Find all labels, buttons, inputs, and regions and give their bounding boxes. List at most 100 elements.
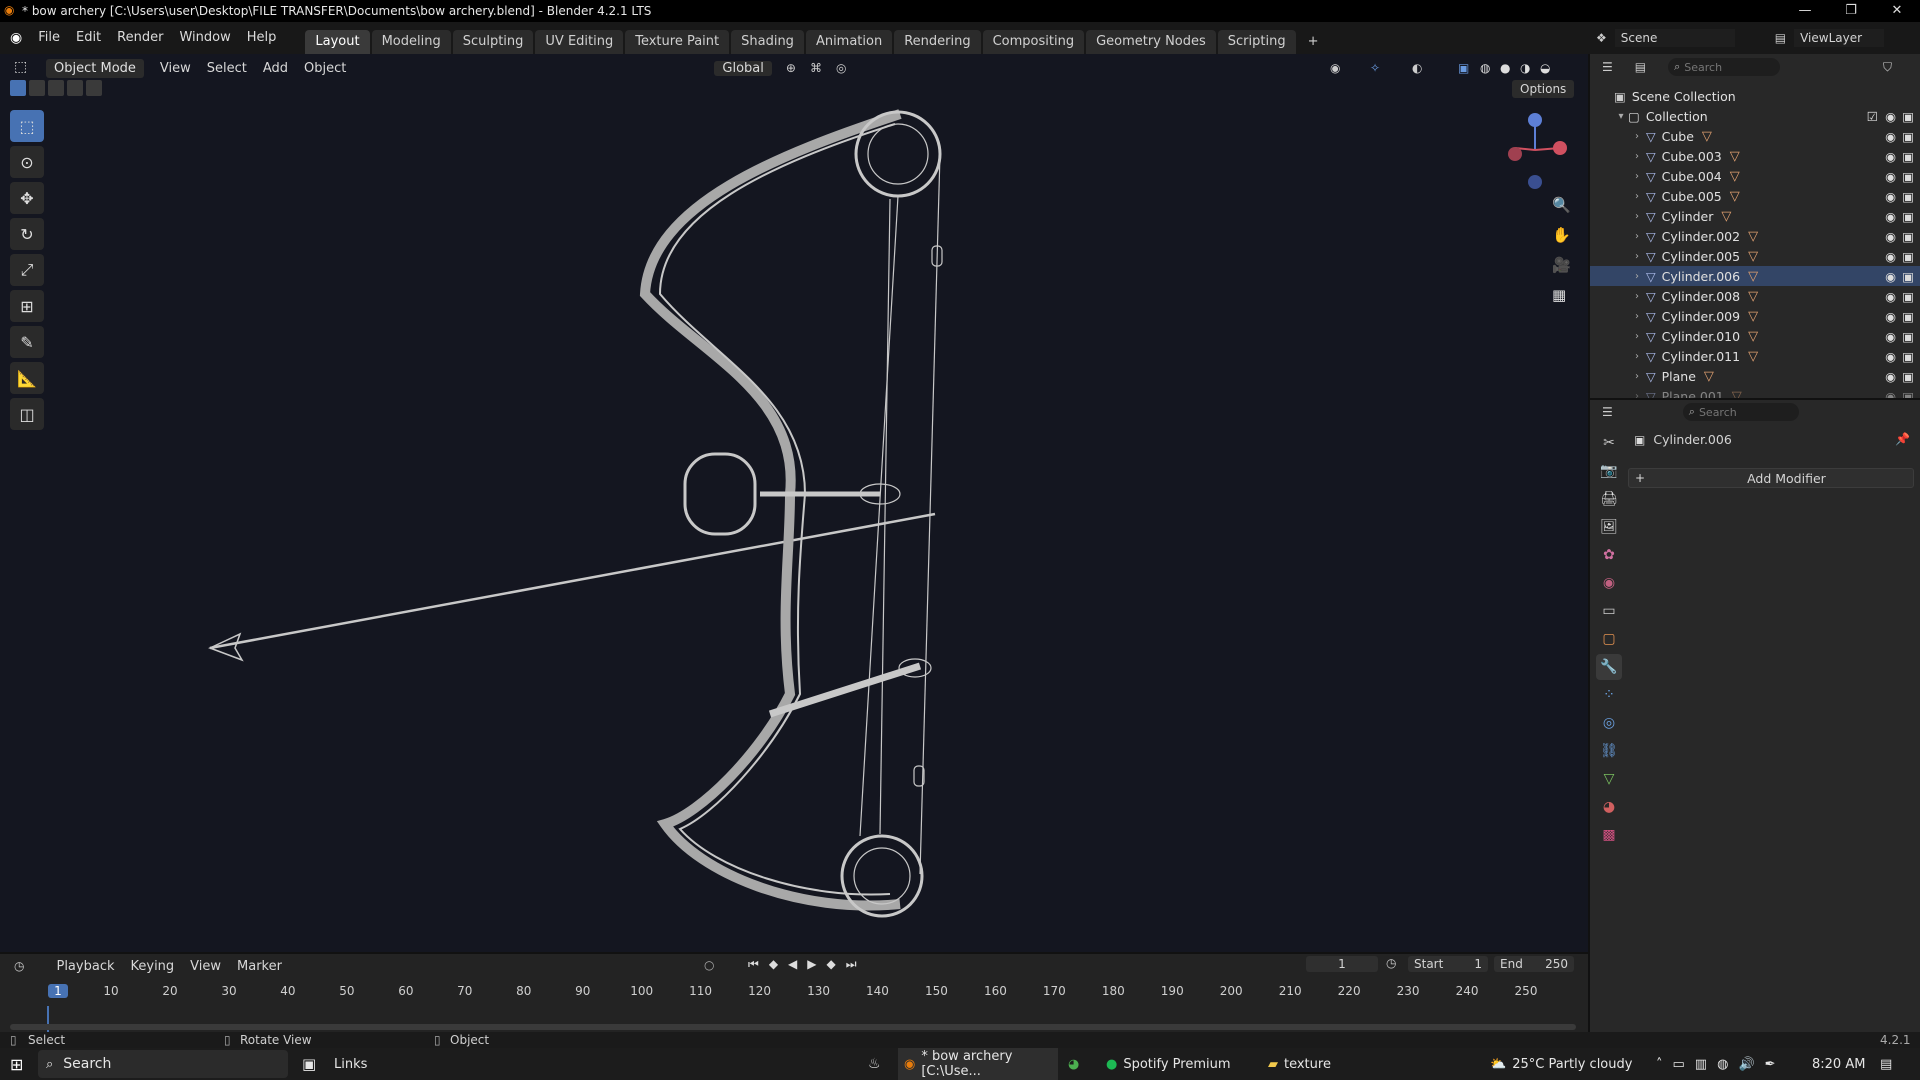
wireframe-shading-icon[interactable]: ◍ xyxy=(1480,61,1490,75)
eye-icon[interactable]: ◉ xyxy=(1885,269,1896,284)
rendered-shading-icon[interactable]: ◒ xyxy=(1540,61,1550,75)
bow-wireframe-model[interactable] xyxy=(0,54,1588,952)
menu-file[interactable]: File xyxy=(30,22,68,54)
camera-icon[interactable]: ▣ xyxy=(1902,149,1914,164)
camera-view-icon[interactable]: 🎥 xyxy=(1552,256,1571,274)
add-workspace-button[interactable]: + xyxy=(1298,30,1329,54)
chevron-right-icon[interactable]: › xyxy=(1630,211,1644,222)
prev-keyframe-icon[interactable]: ◆ xyxy=(769,957,778,972)
play-icon[interactable]: ▶ xyxy=(807,957,816,972)
weather-widget[interactable]: ⛅ 25°C Partly cloudy xyxy=(1490,1048,1632,1080)
eye-icon[interactable]: ◉ xyxy=(1885,249,1896,264)
scene-selector[interactable]: Scene xyxy=(1614,29,1735,47)
outliner-item[interactable]: › ▽ Cylinder.008 ▽ ◉ ▣ xyxy=(1590,286,1920,306)
rotate-tool[interactable]: ↻ xyxy=(10,218,44,250)
texture-tab-icon[interactable]: ▩ xyxy=(1596,822,1622,848)
overlay-icon[interactable]: ◐ xyxy=(1412,61,1422,75)
taskbar-search[interactable]: ⌕ Search xyxy=(38,1050,288,1078)
modifier-tab-icon[interactable]: 🔧 xyxy=(1596,654,1622,680)
menu-edit[interactable]: Edit xyxy=(68,22,109,54)
globe-icon[interactable]: ◍ xyxy=(1717,1057,1728,1072)
outliner-item[interactable]: › ▽ Cylinder.009 ▽ ◉ ▣ xyxy=(1590,306,1920,326)
eye-icon[interactable]: ◉ xyxy=(1885,349,1896,364)
end-frame-field[interactable]: End 250 xyxy=(1494,956,1574,972)
outliner-item[interactable]: › ▽ Cylinder.010 ▽ ◉ ▣ xyxy=(1590,326,1920,346)
chrome-icon[interactable]: ◕ xyxy=(1068,1048,1079,1080)
keyframe-record-icon[interactable]: ○ xyxy=(704,958,714,972)
properties-editor-icon[interactable]: ☰ xyxy=(1602,405,1613,419)
mesh-data-icon[interactable]: ▽ xyxy=(1748,329,1758,344)
menu-marker[interactable]: Marker xyxy=(229,959,290,974)
current-frame-field[interactable]: 1 xyxy=(1306,956,1378,972)
mode-dropdown[interactable]: Object Mode xyxy=(46,58,144,78)
play-reverse-icon[interactable]: ◀ xyxy=(788,957,797,972)
select-subtract-icon[interactable] xyxy=(48,80,64,96)
tab-texture-paint[interactable]: Texture Paint xyxy=(625,30,730,54)
editor-type-icon[interactable]: ⬚ xyxy=(14,59,27,75)
collection-row[interactable]: ▾ ▢ Collection ☑ ◉ ▣ xyxy=(1590,106,1920,126)
chevron-right-icon[interactable]: › xyxy=(1630,271,1644,282)
mesh-data-icon[interactable]: ▽ xyxy=(1721,209,1731,224)
select-intersect-icon[interactable] xyxy=(86,80,102,96)
camera-icon[interactable]: ▣ xyxy=(1902,129,1914,144)
chevron-right-icon[interactable]: › xyxy=(1630,311,1644,322)
windows-start-icon[interactable]: ⊞ xyxy=(10,1048,23,1080)
task-view-icon[interactable]: ▣ xyxy=(302,1048,316,1080)
xray-icon[interactable]: ▣ xyxy=(1458,61,1469,75)
taskbar-texture-folder[interactable]: ▰ texture xyxy=(1262,1048,1412,1080)
links-toolbar[interactable]: Links xyxy=(334,1048,367,1080)
camera-icon[interactable]: ▣ xyxy=(1902,109,1914,124)
camera-icon[interactable]: ▣ xyxy=(1902,369,1914,384)
view-layer-tab-icon[interactable]: 🖼 xyxy=(1596,514,1622,540)
outliner-search-input[interactable] xyxy=(1684,60,1771,74)
world-tab-icon[interactable]: ◉ xyxy=(1596,570,1622,596)
select-box-tool[interactable]: ⬚ xyxy=(10,110,44,142)
eye-icon[interactable]: ◉ xyxy=(1885,229,1896,244)
menu-help[interactable]: Help xyxy=(239,22,285,54)
checkbox-icon[interactable]: ☑ xyxy=(1867,109,1878,124)
maximize-button[interactable]: ❐ xyxy=(1828,0,1874,22)
menu-add[interactable]: Add xyxy=(255,61,296,76)
physics-tab-icon[interactable]: ◎ xyxy=(1596,710,1622,736)
outliner-item[interactable]: › ▽ Cylinder ▽ ◉ ▣ xyxy=(1590,206,1920,226)
mesh-data-icon[interactable]: ▽ xyxy=(1748,229,1758,244)
chevron-right-icon[interactable]: › xyxy=(1630,191,1644,202)
solid-shading-icon[interactable]: ● xyxy=(1500,61,1510,75)
zoom-icon[interactable]: 🔍 xyxy=(1552,196,1571,214)
navigation-gizmo[interactable] xyxy=(1500,110,1570,190)
eye-icon[interactable]: ◉ xyxy=(1885,169,1896,184)
collection-tab-icon[interactable]: ▭ xyxy=(1596,598,1622,624)
menu-render[interactable]: Render xyxy=(109,22,171,54)
pen-icon[interactable]: ✒ xyxy=(1765,1057,1776,1072)
pan-hand-icon[interactable]: ✋ xyxy=(1552,226,1571,244)
pin-icon[interactable]: 📌 xyxy=(1895,432,1910,446)
menu-playback[interactable]: Playback xyxy=(48,959,122,974)
timeline-scrollbar[interactable] xyxy=(10,1024,1576,1030)
scale-tool[interactable]: ⤢ xyxy=(10,254,44,286)
mesh-data-icon[interactable]: ▽ xyxy=(1748,309,1758,324)
blender-menu-icon[interactable]: ◉ xyxy=(10,30,22,46)
tab-geometry-nodes[interactable]: Geometry Nodes xyxy=(1086,30,1216,54)
data-tab-icon[interactable]: ▽ xyxy=(1596,766,1622,792)
cursor-tool[interactable]: ⊙ xyxy=(10,146,44,178)
outliner-item[interactable]: › ▽ Cube.005 ▽ ◉ ▣ xyxy=(1590,186,1920,206)
scene-tab-icon[interactable]: ✿ xyxy=(1596,542,1622,568)
object-tab-icon[interactable]: ▢ xyxy=(1596,626,1622,652)
chevron-right-icon[interactable]: › xyxy=(1630,151,1644,162)
transform-orientation-dropdown[interactable]: Global xyxy=(714,60,772,76)
timeline-editor-icon[interactable]: ◷ xyxy=(14,959,24,973)
eye-icon[interactable]: ◉ xyxy=(1885,189,1896,204)
menu-window[interactable]: Window xyxy=(171,22,238,54)
mesh-data-icon[interactable]: ▽ xyxy=(1730,169,1740,184)
outliner-item[interactable]: › ▽ Cube.003 ▽ ◉ ▣ xyxy=(1590,146,1920,166)
camera-icon[interactable]: ▣ xyxy=(1902,189,1914,204)
camera-icon[interactable]: ▣ xyxy=(1902,349,1914,364)
volume-icon[interactable]: 🔊 xyxy=(1738,1057,1754,1072)
output-tab-icon[interactable]: 🖨 xyxy=(1596,486,1622,512)
outliner-item[interactable]: › ▽ Cylinder.011 ▽ ◉ ▣ xyxy=(1590,346,1920,366)
tab-compositing[interactable]: Compositing xyxy=(982,30,1085,54)
outliner-item[interactable]: › ▽ Cube.004 ▽ ◉ ▣ xyxy=(1590,166,1920,186)
tab-scripting[interactable]: Scripting xyxy=(1217,30,1296,54)
render-tab-icon[interactable]: 📷 xyxy=(1596,458,1622,484)
eye-icon[interactable]: ◉ xyxy=(1885,329,1896,344)
